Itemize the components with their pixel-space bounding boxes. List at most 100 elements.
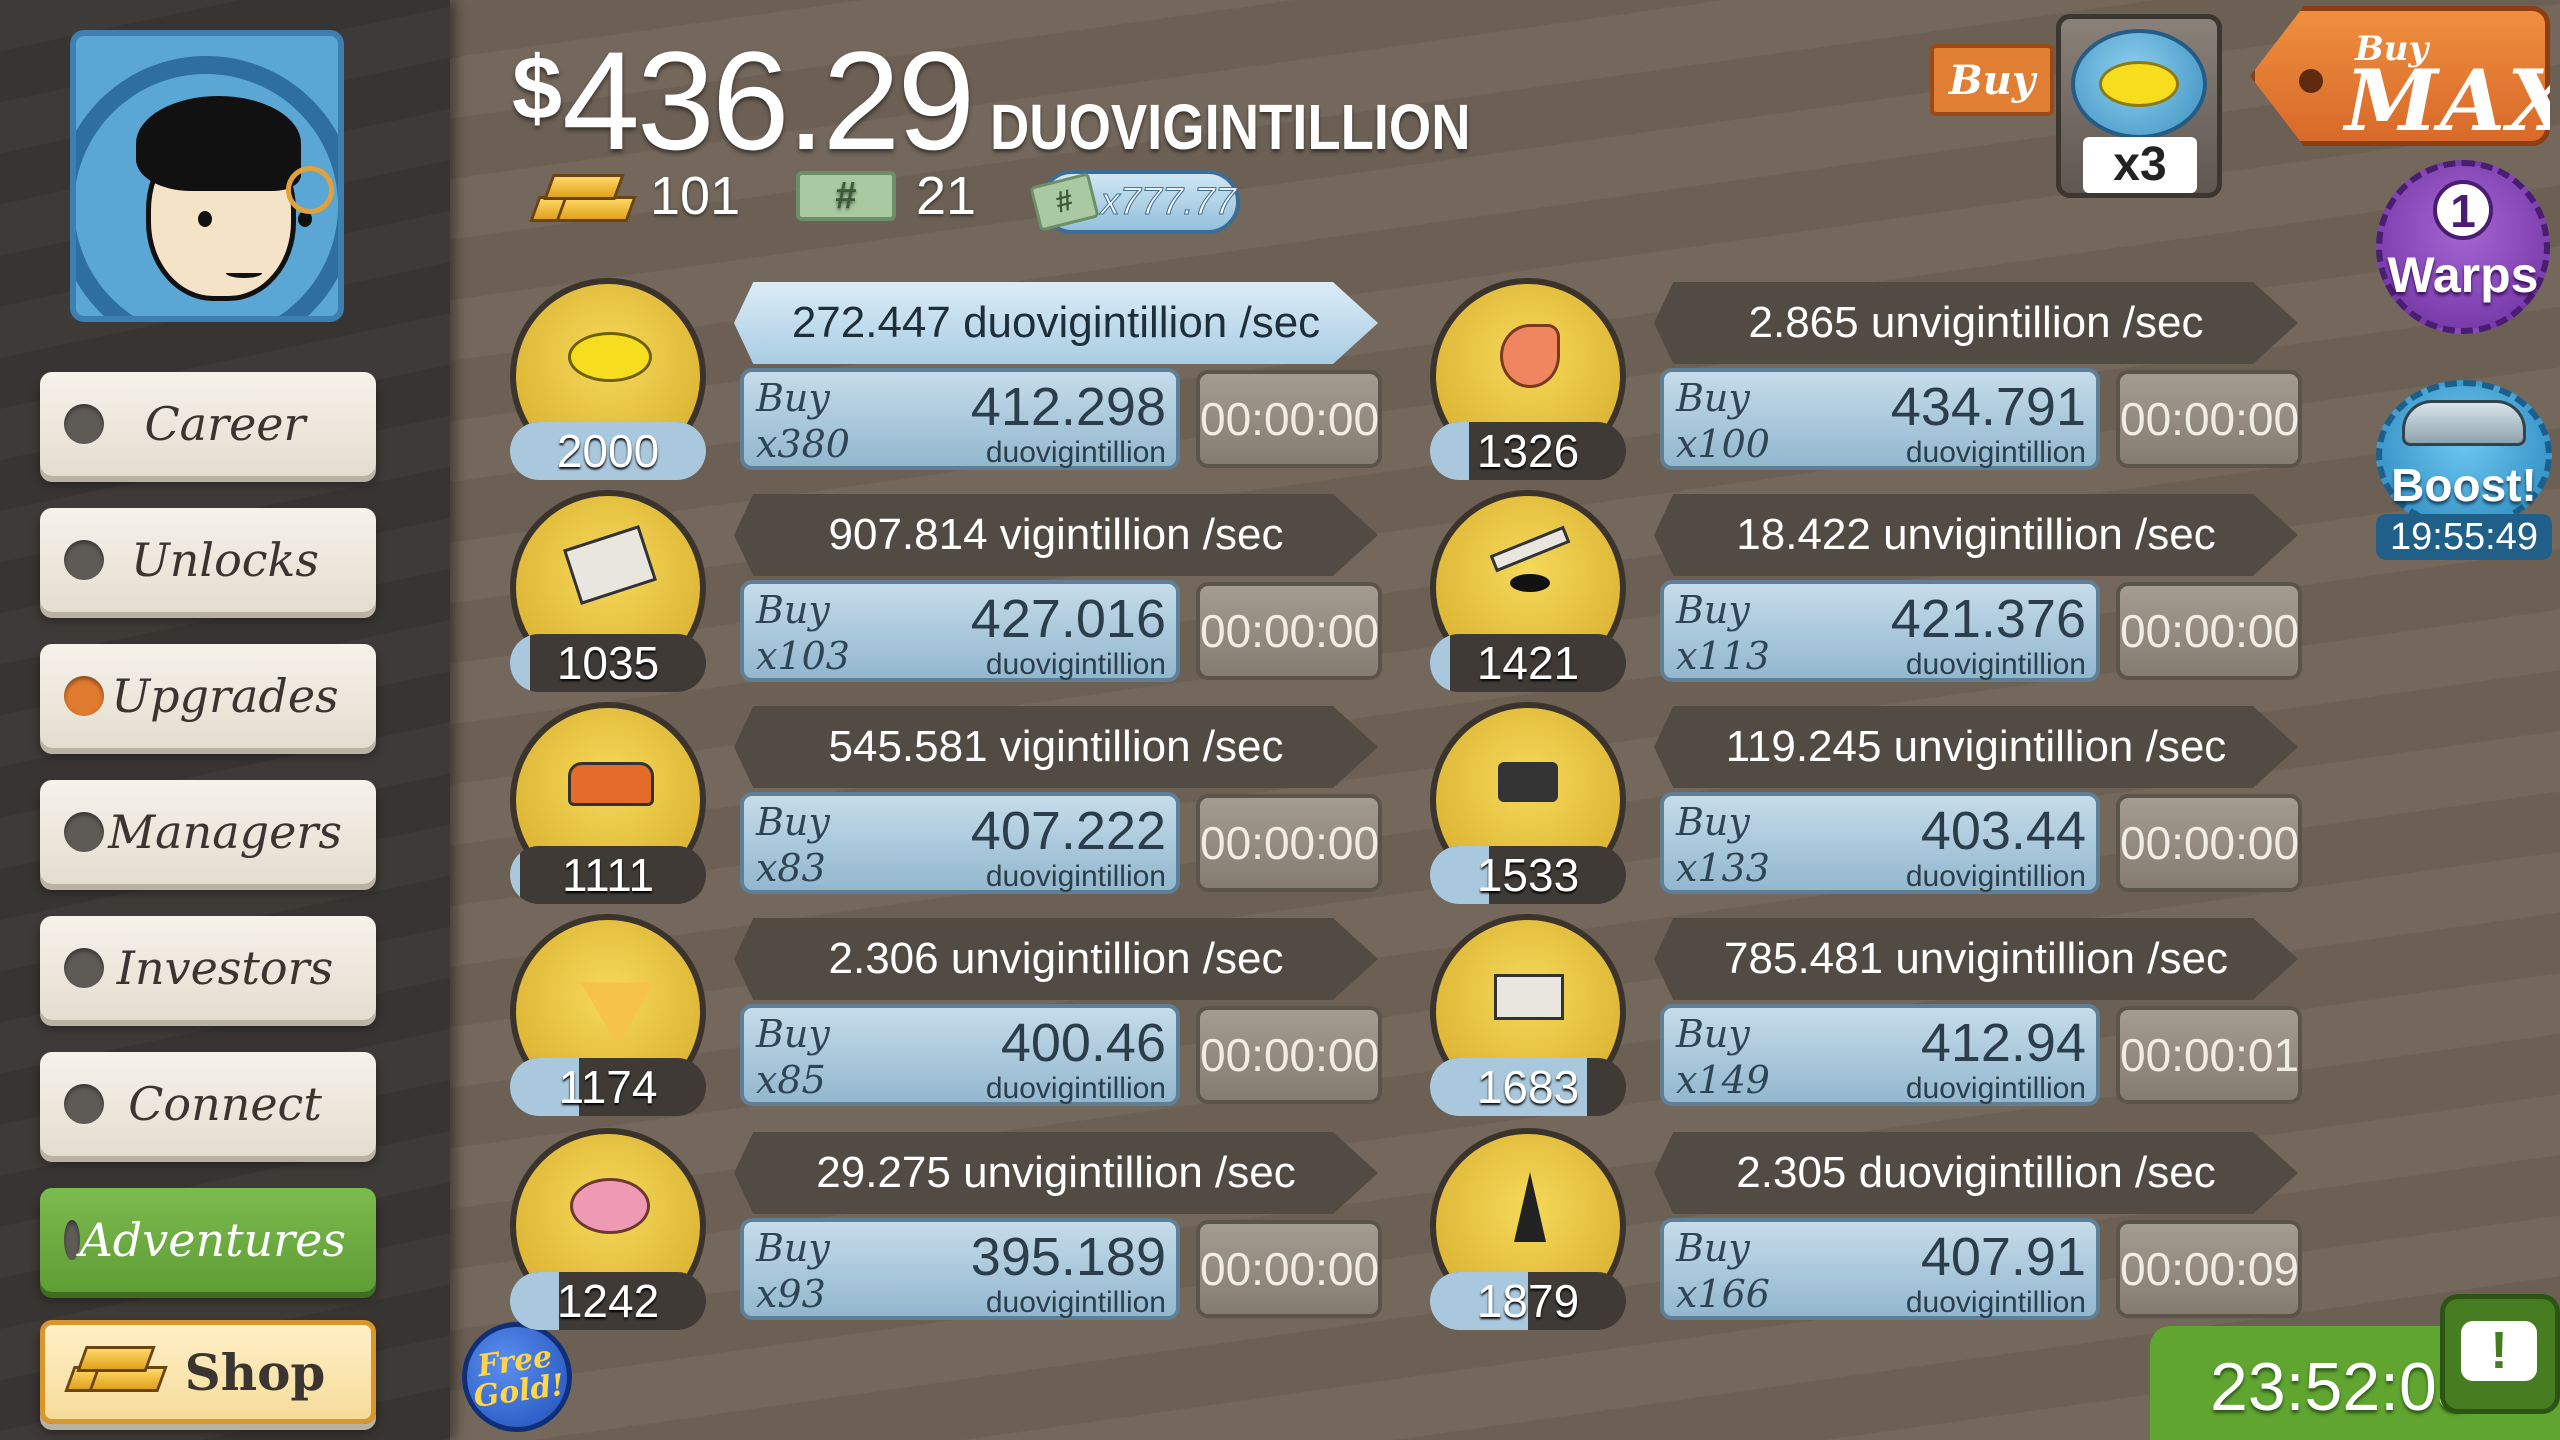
lemon-icon xyxy=(2099,61,2179,107)
buy-mode-label[interactable]: Buy xyxy=(1930,44,2054,116)
gold-bars-icon xyxy=(526,166,637,226)
business-card: 2000 272.447 duovigintillion /sec Buy x3… xyxy=(510,272,1410,480)
buy-business-button[interactable]: Buy x83 407.222 duovigintillion xyxy=(740,792,1180,894)
balance-amount: 436.29 xyxy=(562,22,975,179)
production-timer: 00:00:00 xyxy=(2116,582,2302,680)
free-gold-button[interactable]: Free Gold! xyxy=(454,1314,580,1440)
buy-cost-unit: duovigintillion xyxy=(985,648,1166,681)
production-timer: 00:00:01 xyxy=(2116,1006,2302,1104)
sidebar-item-adventures[interactable]: Adventures xyxy=(40,1188,376,1292)
movie-camera-icon xyxy=(1484,742,1574,812)
business-count: 1035 xyxy=(556,637,660,689)
buy-business-button[interactable]: Buy x133 403.44 duovigintillion xyxy=(1660,792,2100,894)
buy-cost-unit: duovigintillion xyxy=(1905,1072,2086,1105)
buy-business-button[interactable]: Buy x149 412.94 duovigintillion xyxy=(1660,1004,2100,1106)
income-rate-banner: 29.275 unvigintillion /sec xyxy=(734,1132,1378,1214)
buy-cost: 407.222 xyxy=(970,801,1166,861)
indicator-dot xyxy=(64,1084,104,1124)
sidebar-item-label: Shop xyxy=(184,1342,326,1402)
business-count-bar: 1533 xyxy=(1430,846,1626,904)
business-card: 1326 2.865 unvigintillion /sec Buy x100 … xyxy=(1430,272,2330,480)
donut-icon xyxy=(564,1168,654,1238)
monocle-icon xyxy=(286,166,334,214)
income-rate: 545.581 vigintillion /sec xyxy=(828,722,1284,771)
sidebar-item-connect[interactable]: Connect xyxy=(40,1052,376,1156)
profit-multiplier-badge[interactable]: # x777.77 xyxy=(1029,170,1240,234)
sidebar-item-label: Career xyxy=(144,397,306,451)
business-count-bar: 1242 xyxy=(510,1272,706,1330)
buy-quantity: x93 xyxy=(756,1272,826,1316)
warps-button[interactable]: 1 Warps xyxy=(2376,150,2550,334)
buy-cost-unit: duovigintillion xyxy=(985,1072,1166,1105)
boost-button[interactable]: Boost! 19:55:49 xyxy=(2376,380,2552,560)
buy-business-button[interactable]: Buy x85 400.46 duovigintillion xyxy=(740,1004,1180,1106)
buy-quantity: x103 xyxy=(756,634,850,678)
balance-display: $436.29 DUOVIGINTILLION xyxy=(512,20,1556,182)
business-count: 1421 xyxy=(1476,637,1580,689)
warps-label: Warps xyxy=(2387,247,2539,303)
income-rate-banner: 2.305 duovigintillion /sec xyxy=(1654,1132,2298,1214)
sidebar-item-label: Unlocks xyxy=(130,533,320,587)
sidebar-item-label: Upgrades xyxy=(111,669,339,723)
buy-cost: 427.016 xyxy=(970,589,1166,649)
buy-max-button[interactable]: Buy MAX xyxy=(2250,6,2550,146)
sidebar: Career Unlocks Upgrades Managers Investo… xyxy=(0,0,450,1440)
buy-business-button[interactable]: Buy x93 395.189 duovigintillion xyxy=(740,1218,1180,1320)
time-machine-car-icon xyxy=(2402,400,2526,446)
sidebar-item-managers[interactable]: Managers xyxy=(40,780,376,884)
production-timer: 00:00:00 xyxy=(1196,370,1382,468)
sidebar-item-career[interactable]: Career xyxy=(40,372,376,476)
business-count-bar: 1035 xyxy=(510,634,706,692)
buy-quantity: x83 xyxy=(756,846,826,890)
buy-cost-unit: duovigintillion xyxy=(1905,1286,2086,1319)
sidebar-item-upgrades[interactable]: Upgrades xyxy=(40,644,376,748)
sidebar-item-label: Managers xyxy=(108,805,342,859)
sidebar-item-investors[interactable]: Investors xyxy=(40,916,376,1020)
buy-quantity: x85 xyxy=(756,1058,826,1102)
balance-unit: DUOVIGINTILLION xyxy=(990,91,1471,163)
car-wash-icon xyxy=(564,742,654,812)
buy-business-button[interactable]: Buy x100 434.791 duovigintillion xyxy=(1660,368,2100,470)
gold-bars-icon xyxy=(59,1342,169,1402)
buy-business-button[interactable]: Buy x166 407.91 duovigintillion xyxy=(1660,1218,2100,1320)
currency-symbol: $ xyxy=(512,39,563,139)
sidebar-item-label: Connect xyxy=(128,1077,322,1131)
indicator-dot xyxy=(64,1220,80,1260)
income-rate: 785.481 unvigintillion /sec xyxy=(1724,934,2228,983)
business-count: 1533 xyxy=(1476,849,1580,901)
buy-cost-unit: duovigintillion xyxy=(985,860,1166,893)
multiplier-value: x777.77 xyxy=(1100,180,1236,223)
business-count-bar: 1111 xyxy=(510,846,706,904)
buy-label: Buy xyxy=(1676,1012,1750,1056)
buy-business-button[interactable]: Buy x103 427.016 duovigintillion xyxy=(740,580,1180,682)
buy-quantity-value: x3 xyxy=(2083,137,2197,193)
oil-derrick-icon xyxy=(1484,1168,1574,1242)
business-count: 1683 xyxy=(1476,1061,1580,1113)
buy-quantity: x380 xyxy=(756,422,850,466)
buy-label: Buy xyxy=(1676,800,1750,844)
buy-quantity: x166 xyxy=(1676,1272,1770,1316)
sidebar-item-label: Investors xyxy=(116,941,334,995)
buy-business-button[interactable]: Buy x113 421.376 duovigintillion xyxy=(1660,580,2100,682)
income-rate-banner: 785.481 unvigintillion /sec xyxy=(1654,918,2298,1000)
buy-label: Buy xyxy=(756,588,830,632)
production-timer: 00:00:00 xyxy=(1196,794,1382,892)
megabucks-counter: # 21 xyxy=(796,165,976,227)
buy-cost: 400.46 xyxy=(1000,1013,1166,1073)
lemon-icon xyxy=(564,318,654,388)
tv-ad-button[interactable]: ! xyxy=(2440,1294,2560,1414)
business-count: 2000 xyxy=(556,425,660,477)
shrimp-icon xyxy=(1484,318,1574,388)
buy-cost: 412.94 xyxy=(1920,1013,2086,1073)
warps-count: 1 xyxy=(2433,180,2493,240)
sidebar-item-shop[interactable]: Shop xyxy=(40,1320,376,1424)
buy-cost: 434.791 xyxy=(1890,377,2086,437)
buy-quantity: x113 xyxy=(1676,634,1770,678)
player-avatar[interactable] xyxy=(70,30,344,322)
buy-business-button[interactable]: Buy x380 412.298 duovigintillion xyxy=(740,368,1180,470)
tv-panel: 23:52:05 ! xyxy=(2150,1236,2560,1440)
production-timer: 00:00:00 xyxy=(2116,370,2302,468)
sidebar-item-unlocks[interactable]: Unlocks xyxy=(40,508,376,612)
production-timer: 00:00:00 xyxy=(2116,794,2302,892)
buy-quantity-button[interactable]: x3 xyxy=(2056,14,2222,198)
